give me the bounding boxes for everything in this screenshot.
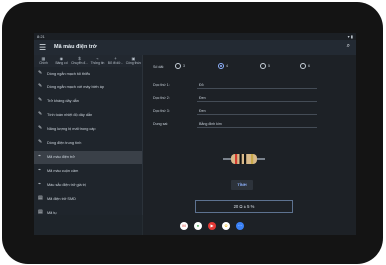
calculator-panel: Số dải: 3 4 5 6 Dọc thứ 1: Đỏ Dọc thứ 2:… [143,55,356,235]
resistor-icon: ⌁ [38,167,42,173]
status-icons: ▾ ▮ [347,34,353,39]
page-title: Mã màu điện trở [54,44,97,50]
chip-icon: ▤ [38,195,43,201]
top-tabs: ▦ Chính ◉ Bảng cd $ Chuyển đ... ⌁ Thông … [34,55,142,67]
sidebar-item-resistor-value-colors[interactable]: ⌁ Màu sắc điện trở giá trị [34,179,142,192]
sidebar-item-neutral-current[interactable]: ✎ Dòng điện trung tính [34,137,142,150]
wrench-icon: ✎ [38,83,43,89]
sidebar: ✎ Dòng ngắn mạch tối thiểu ✎ Dòng ngắn m… [34,67,142,235]
resistor-band-tolerance [251,154,254,164]
resistor-band-3 [244,154,247,164]
resistor-band-2 [239,154,242,164]
tab-bang-cd[interactable]: ◉ Bảng cd [53,56,70,67]
search-icon[interactable]: ⌕ [347,43,350,50]
band-count-selector: Số dải: 3 4 5 6 [153,63,310,69]
tolerance-select[interactable]: Dung sai: Bằng đinh kim [153,120,343,128]
tablet-frame: 8:21 ▾ ▮ ☰ Mã màu điện trở ⌕ ▦ Chính ◉ B… [2,2,383,264]
tab-bo-dt[interactable]: + Bổ đt dữ... [107,56,124,67]
status-time: 8:21 [37,34,45,39]
wrench-icon: ✎ [38,70,43,76]
sidebar-item-inductor-color-code[interactable]: ⌁ Mã màu cuộn cảm [34,165,142,178]
radio-3-bands[interactable] [175,63,181,69]
band-1-select[interactable]: Dọc thứ 1: Đỏ [153,81,343,89]
gmail-icon[interactable]: M [180,222,188,230]
radio-4-bands[interactable] [218,63,224,69]
wrench-icon: ✎ [38,97,43,103]
wrench-icon: ✎ [38,139,43,145]
calculate-button[interactable]: TÍNH [231,180,253,190]
screen: 8:21 ▾ ▮ ☰ Mã màu điện trở ⌕ ▦ Chính ◉ B… [34,33,356,235]
sidebar-item-resistor-color-code[interactable]: ⌁ Mã màu điện trở [34,151,142,164]
result-display: 20 Ω ± 5 % [195,200,293,213]
radio-6-bands[interactable] [300,63,306,69]
resistor-band-1 [235,154,238,164]
band-3-select[interactable]: Dọc thứ 3: Đen [153,107,343,115]
sidebar-item-short-circuit-transformer[interactable]: ✎ Dòng ngắn mạch với máy biến áp [34,81,142,94]
tab-chuyen-doi[interactable]: $ Chuyển đ... [71,56,88,67]
tab-thong-tin[interactable]: ⌁ Thông tin [89,56,106,67]
sidebar-item-conductor-temperature[interactable]: ✎ Tính toán nhiệt độ dây dẫn [34,109,142,122]
app-bar: ☰ Mã màu điện trở ⌕ [34,40,356,55]
apps-icon[interactable]: ⋯ [236,222,244,230]
sidebar-item-smd-resistor-code[interactable]: ▤ Mã điện trở SMD [34,193,142,206]
resistor-icon [223,154,265,164]
band-count-label: Số dải: [153,65,165,69]
tab-cong-thuc[interactable]: ▣ Công thức [125,56,142,67]
status-bar: 8:21 ▾ ▮ [34,33,356,40]
app-dock: M ● ▶ ✿ ⋯ [180,222,250,232]
sidebar-item-conductor-impedance[interactable]: ✎ Trở kháng dây dẫn [34,95,142,108]
youtube-icon[interactable]: ▶ [208,222,216,230]
chrome-icon[interactable]: ● [194,222,202,230]
radio-5-bands[interactable] [260,63,266,69]
tab-chinh[interactable]: ▦ Chính [35,56,52,67]
photos-icon[interactable]: ✿ [222,222,230,230]
menu-icon[interactable]: ☰ [39,43,46,52]
sidebar-item-min-short-circuit[interactable]: ✎ Dòng ngắn mạch tối thiểu [34,68,142,81]
band-2-select[interactable]: Dọc thứ 2: Đen [153,94,343,102]
sidebar-item-cable-energy-loss[interactable]: ✎ Năng lượng bị mất trong cáp [34,123,142,136]
wrench-icon: ✎ [38,125,43,131]
resistor-icon: ⌁ [38,153,42,159]
wrench-icon: ✎ [38,111,43,117]
resistor-icon: ⌁ [38,181,42,187]
